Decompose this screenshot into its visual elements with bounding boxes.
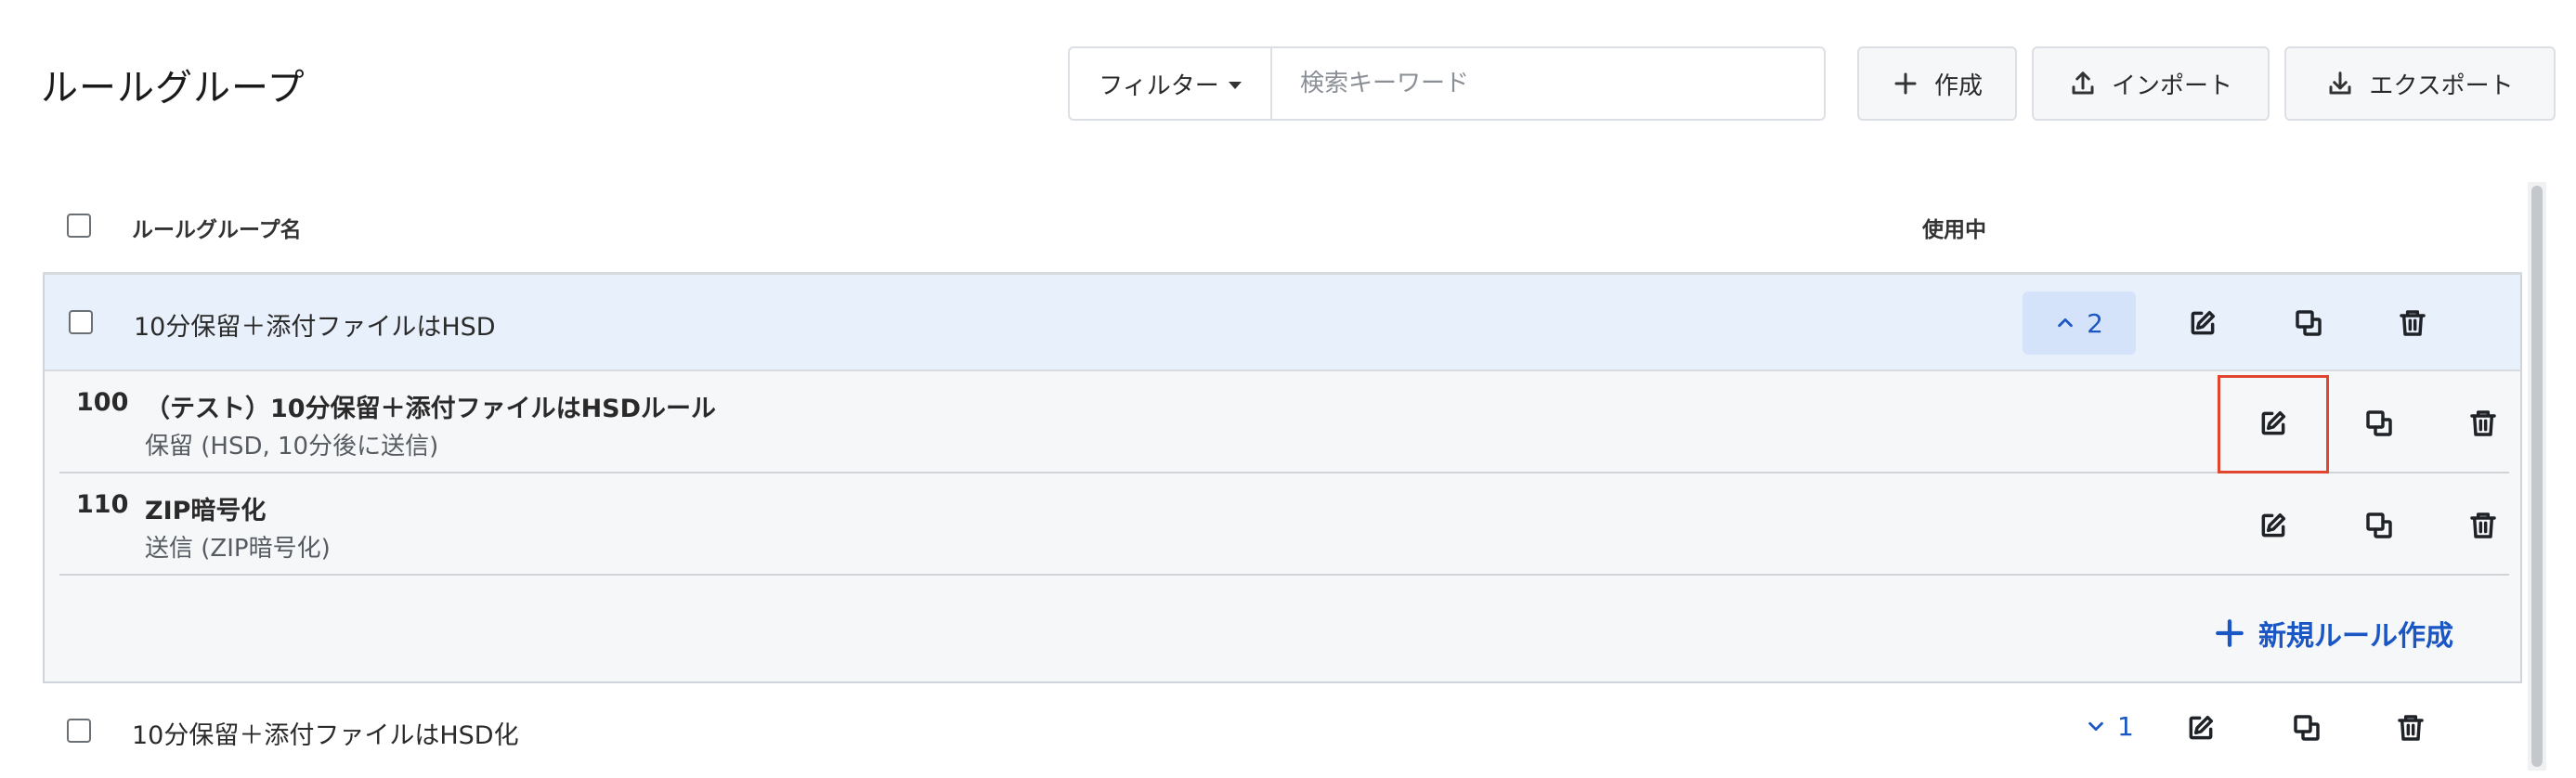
scrollbar-thumb[interactable] xyxy=(2531,186,2543,767)
row-checkbox[interactable] xyxy=(69,310,93,334)
import-button[interactable]: インポート xyxy=(2032,46,2270,121)
vertical-scrollbar[interactable] xyxy=(2528,182,2546,771)
trash-icon xyxy=(2470,410,2496,436)
new-rule-button[interactable]: 新規ルール作成 xyxy=(2214,613,2453,654)
select-all-checkbox[interactable] xyxy=(67,214,91,238)
rule-title: ZIP暗号化 xyxy=(145,497,267,525)
delete-button[interactable] xyxy=(2457,499,2509,551)
edit-icon xyxy=(2191,310,2216,335)
edit-icon xyxy=(2261,410,2286,435)
create-button[interactable]: 作成 xyxy=(1857,46,2017,121)
filter-dropdown[interactable]: フィルター xyxy=(1070,48,1272,119)
plus-icon xyxy=(1894,72,1917,95)
rule-count: 1 xyxy=(2117,710,2134,742)
import-label: インポート xyxy=(2111,71,2232,100)
trash-icon xyxy=(2400,310,2426,336)
row-checkbox[interactable] xyxy=(67,719,91,743)
duplicate-button[interactable] xyxy=(2283,297,2335,349)
edit-icon xyxy=(2189,715,2214,740)
chevron-up-icon xyxy=(2058,318,2073,328)
create-label: 作成 xyxy=(1933,71,1983,100)
plus-icon xyxy=(2216,619,2244,647)
edit-button[interactable] xyxy=(2247,499,2299,551)
rule-number: 110 xyxy=(76,490,129,519)
table-row-group[interactable]: 10分保留＋添付ファイルはHSD 2 xyxy=(43,275,2522,371)
duplicate-button[interactable] xyxy=(2281,702,2333,754)
export-button[interactable]: エクスポート xyxy=(2284,46,2556,121)
delete-button[interactable] xyxy=(2387,297,2439,349)
table-header: ルールグループ名 使用中 xyxy=(43,204,2522,275)
filter-label: フィルター xyxy=(1099,71,1219,100)
rule-list: 100 （テスト）10分保留＋添付ファイルはHSDルール 保留 (HSD, 10… xyxy=(43,371,2522,683)
collapse-count-button[interactable]: 2 xyxy=(2023,292,2136,355)
copy-icon xyxy=(2296,310,2322,336)
edit-button[interactable] xyxy=(2247,397,2299,449)
duplicate-button[interactable] xyxy=(2353,499,2405,551)
rule-row[interactable]: 100 （テスト）10分保留＋添付ファイルはHSDルール 保留 (HSD, 10… xyxy=(59,371,2509,473)
new-rule-label: 新規ルール作成 xyxy=(2258,620,2453,653)
filter-search-group: フィルター xyxy=(1068,46,1826,121)
search-input[interactable] xyxy=(1272,48,1824,119)
edit-button[interactable] xyxy=(2175,702,2227,754)
group-name: 10分保留＋添付ファイルはHSD xyxy=(134,313,496,342)
trash-icon xyxy=(2398,715,2424,741)
upload-icon xyxy=(2072,71,2094,95)
rule-subtitle: 送信 (ZIP暗号化) xyxy=(145,535,331,563)
rule-title: （テスト）10分保留＋添付ファイルはHSDルール xyxy=(145,395,717,423)
export-label: エクスポート xyxy=(2369,71,2514,100)
column-header-in-use: 使用中 xyxy=(1922,218,1986,242)
delete-button[interactable] xyxy=(2457,397,2509,449)
delete-button[interactable] xyxy=(2385,702,2437,754)
download-icon xyxy=(2329,71,2351,95)
copy-icon xyxy=(2366,410,2392,436)
rule-number: 100 xyxy=(76,388,129,417)
copy-icon xyxy=(2366,512,2392,538)
duplicate-button[interactable] xyxy=(2353,397,2405,449)
chevron-down-icon xyxy=(2088,721,2103,732)
rule-row[interactable]: 110 ZIP暗号化 送信 (ZIP暗号化) xyxy=(59,473,2509,576)
table-row-group[interactable]: 10分保留＋添付ファイルはHSD化 1 xyxy=(43,685,2522,778)
caret-down-icon xyxy=(1228,82,1242,89)
rule-count: 2 xyxy=(2087,307,2103,339)
column-header-name: ルールグループ名 xyxy=(132,218,302,242)
edit-icon xyxy=(2261,512,2286,538)
copy-icon xyxy=(2294,715,2320,741)
group-name: 10分保留＋添付ファイルはHSD化 xyxy=(132,721,519,750)
trash-icon xyxy=(2470,512,2496,538)
edit-button[interactable] xyxy=(2177,297,2229,349)
page-title: ルールグループ xyxy=(41,67,306,110)
expand-count-button[interactable]: 1 xyxy=(2086,680,2134,772)
rule-subtitle: 保留 (HSD, 10分後に送信) xyxy=(145,433,439,460)
